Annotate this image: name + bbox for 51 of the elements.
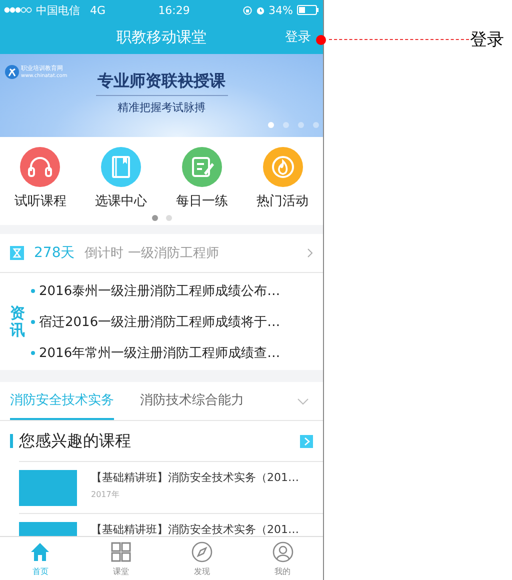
headphones-icon[interactable] <box>20 147 60 187</box>
alarm-icon <box>256 6 265 14</box>
shortcut-label[interactable]: 试听课程 <box>14 192 66 210</box>
app-title: 职教移动课堂 <box>116 28 206 46</box>
hourglass-icon <box>10 246 24 260</box>
battery-icon <box>297 5 319 15</box>
shortcut-label[interactable]: 热门活动 <box>256 192 309 210</box>
countdown-days: 278天 <box>34 244 75 262</box>
carrier-text: 中国电信 <box>36 2 80 18</box>
compass-icon <box>190 540 213 562</box>
course-year: 2017年 <box>91 489 120 500</box>
battery-text: 34% <box>268 4 293 16</box>
news-label: 资讯 <box>10 305 25 338</box>
flame-icon[interactable] <box>262 147 303 187</box>
section-title: 您感兴趣的课程 <box>19 430 132 452</box>
caret-down-icon[interactable] <box>297 398 309 404</box>
banner-headline: 专业师资联袂授课 <box>96 70 228 96</box>
course-title: 【基础精讲班】消防安全技术实务（201… <box>91 470 299 485</box>
more-button[interactable] <box>300 434 313 448</box>
bullet-icon <box>31 288 35 292</box>
bullet-icon <box>31 350 35 354</box>
grid-icon <box>110 540 132 562</box>
shortcut-label[interactable]: 每日一练 <box>176 192 228 210</box>
bullet-icon <box>31 320 35 324</box>
note-icon[interactable] <box>182 147 222 187</box>
network-text: 4G <box>90 4 106 16</box>
annotation-label: 登录 <box>470 29 504 51</box>
shortcut-label[interactable]: 选课中心 <box>95 192 148 210</box>
lock-icon <box>242 6 252 14</box>
news-headline[interactable]: 宿迁2016一级注册消防工程师成绩将于… <box>39 312 280 330</box>
course-title: 【基础精讲班】消防安全技术实务（201… <box>91 522 300 536</box>
subject-tab[interactable]: 消防技术综合能力 <box>140 382 244 420</box>
course-thumbnail <box>19 522 77 536</box>
signal-icon <box>4 7 32 13</box>
tab-bar-item[interactable]: 发现 <box>162 537 242 580</box>
news-headline[interactable]: 2016年常州一级注册消防工程师成绩查… <box>39 344 280 362</box>
chevron-right-icon <box>307 248 313 258</box>
course-thumbnail <box>19 470 77 506</box>
tab-bar-item[interactable]: 我的 <box>242 537 323 580</box>
news-headline[interactable]: 2016泰州一级注册消防工程师成绩公布… <box>39 282 280 300</box>
runner-logo-icon <box>5 64 19 78</box>
course-row[interactable]: 【基础精讲班】消防安全技术实务（201… 2017年 <box>19 461 323 513</box>
person-icon <box>272 540 294 562</box>
annotation-dot <box>316 35 326 45</box>
book-icon[interactable] <box>101 147 142 187</box>
chevron-right-icon <box>304 436 310 446</box>
countdown-text: 倒计时 一级消防工程师 <box>84 245 220 262</box>
tab-bar-item[interactable]: 课堂 <box>80 537 162 580</box>
status-time: 16:29 <box>157 4 191 16</box>
banner-subline: 精准把握考试脉搏 <box>118 100 206 114</box>
home-icon <box>29 540 52 562</box>
